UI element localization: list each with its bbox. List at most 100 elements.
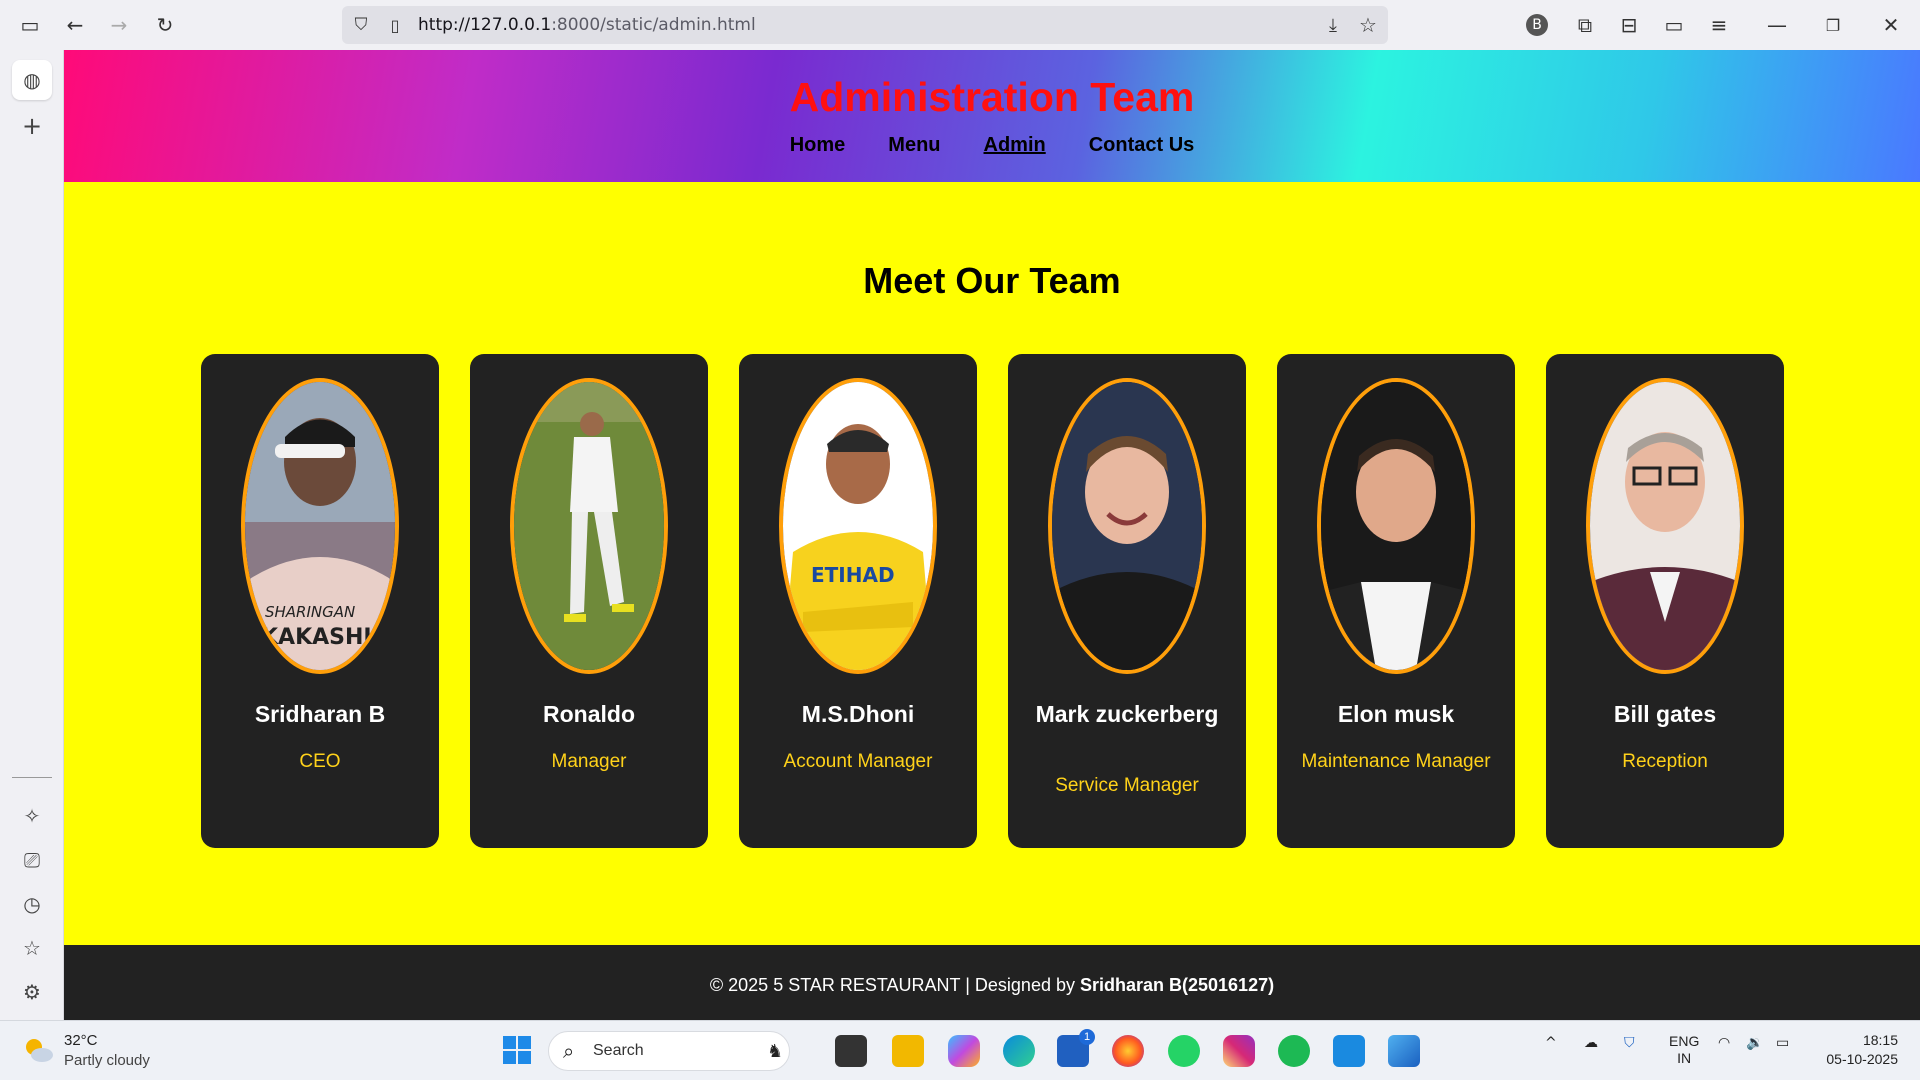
search-label: Search	[593, 1042, 644, 1059]
svg-text:KAKASHI: KAKASHI	[261, 625, 372, 650]
member-name: Mark zuckerberg	[1035, 701, 1219, 727]
footer-text: © 2025 5 STAR RESTAURANT | Designed by S…	[709, 975, 1275, 995]
sidebar-divider	[12, 777, 52, 778]
menu-icon[interactable]: ≡	[1706, 12, 1732, 38]
globe-icon[interactable]: ◍	[12, 60, 52, 100]
tray-overflow-icon[interactable]: ^	[1545, 1035, 1557, 1051]
taskbar-search[interactable]: ⌕ Search ♞	[548, 1031, 790, 1071]
lang-top: ENG	[1669, 1033, 1700, 1049]
wifi-icon[interactable]: ◠	[1718, 1035, 1730, 1051]
reload-icon[interactable]: ↻	[152, 12, 178, 38]
store-icon[interactable]: 1	[1057, 1029, 1095, 1067]
team-card: Mark zuckerberg Service Manager	[1008, 354, 1246, 848]
search-highlight-icon: ♞	[767, 1041, 784, 1061]
sidebar-toggle-icon[interactable]: ▭	[17, 12, 43, 38]
footer-author: Sridharan B(25016127)	[1079, 975, 1275, 995]
task-view-icon[interactable]	[835, 1035, 867, 1067]
member-role: Account Manager	[783, 751, 933, 772]
nav-home-link[interactable]: Home	[790, 134, 846, 157]
store-badge: 1	[1079, 1029, 1095, 1045]
pocket-icon[interactable]: ⊟	[1616, 12, 1642, 38]
profile-avatar-icon[interactable]: B	[1526, 14, 1548, 36]
page-icon: ▯	[390, 15, 400, 35]
clock-time: 18:15	[1862, 1032, 1898, 1048]
lang-bottom: IN	[1677, 1050, 1692, 1066]
copilot-icon[interactable]	[948, 1035, 980, 1067]
weather-desc[interactable]: Partly cloudy	[64, 1052, 150, 1069]
windows-taskbar: 32°C Partly cloudy ⌕ Search ♞ 1 ^ ☁ ⛉ EN…	[0, 1020, 1920, 1080]
member-name: Elon musk	[1337, 701, 1455, 727]
nav-admin-link[interactable]: Admin	[984, 134, 1046, 157]
edge-icon[interactable]	[1003, 1035, 1035, 1067]
settings-gear-icon[interactable]: ⚙	[16, 976, 48, 1008]
download-page-icon[interactable]: ⤓	[1320, 12, 1346, 38]
sidebar-panel-icon[interactable]: ▭	[1661, 12, 1687, 38]
member-photo: ETIHAD	[779, 378, 937, 674]
back-icon[interactable]: ←	[62, 12, 88, 38]
member-name: Bill gates	[1613, 701, 1717, 727]
clock-date: 05-10-2025	[1826, 1051, 1898, 1067]
clock[interactable]: 18:15 05-10-2025	[1818, 1031, 1898, 1069]
member-photo	[1317, 378, 1475, 674]
member-name: M.S.Dhoni	[801, 701, 915, 727]
defender-icon[interactable]: ⛉	[1624, 1035, 1635, 1051]
member-role: Maintenance Manager	[1301, 751, 1491, 772]
battery-icon[interactable]: ▭	[1776, 1035, 1789, 1051]
site-header: Administration Team Home Menu Admin Cont…	[64, 50, 1920, 182]
member-role: Service Manager	[1055, 775, 1199, 796]
windows-start-icon[interactable]	[503, 1036, 531, 1064]
bookmark-star-icon[interactable]: ☆	[1355, 12, 1381, 38]
history-icon[interactable]: ◷	[16, 888, 48, 920]
extensions-icon[interactable]: ⧉	[1572, 12, 1598, 38]
bookmarks-icon[interactable]: ☆	[16, 932, 48, 964]
minimize-icon[interactable]: —	[1764, 12, 1790, 38]
address-bar[interactable]: ⛉ ▯ http://127.0.0.1:8000/static/admin.h…	[342, 6, 1388, 44]
restore-icon[interactable]: ❐	[1820, 12, 1846, 38]
add-icon[interactable]: +	[16, 110, 48, 142]
team-card: ETIHAD M.S.Dhoni Account Manager	[739, 354, 977, 848]
svg-text:ETIHAD: ETIHAD	[811, 563, 895, 587]
weather-icon[interactable]	[22, 1035, 54, 1065]
onedrive-icon[interactable]: ☁	[1584, 1035, 1598, 1051]
member-name: Ronaldo	[543, 701, 635, 727]
close-icon[interactable]: ✕	[1878, 12, 1904, 38]
member-role: Reception	[1622, 751, 1708, 772]
team-cards: SHARINGAN KAKASHI Sridharan B CEO Ronald…	[201, 354, 1851, 848]
team-card: Elon musk Maintenance Manager	[1277, 354, 1515, 848]
team-card: Bill gates Reception	[1546, 354, 1784, 848]
language-indicator[interactable]: ENG IN	[1669, 1033, 1699, 1067]
instagram-icon[interactable]	[1223, 1035, 1255, 1067]
nav-menu-link[interactable]: Menu	[888, 134, 940, 157]
browser-sidebar: ◍ + ✧ ⎚ ◷ ☆ ⚙	[0, 50, 64, 1020]
url-text[interactable]: http://127.0.0.1:8000/static/admin.html	[418, 15, 756, 35]
page-viewport: Administration Team Home Menu Admin Cont…	[64, 50, 1920, 1020]
nav-contact-link[interactable]: Contact Us	[1089, 134, 1195, 157]
shield-icon[interactable]: ⛉	[348, 12, 374, 38]
member-role: CEO	[299, 751, 341, 772]
member-photo	[510, 378, 668, 674]
photos-icon[interactable]	[1388, 1035, 1420, 1067]
site-title: Administration Team	[789, 74, 1195, 120]
file-explorer-icon[interactable]	[892, 1035, 924, 1067]
team-card: Ronaldo Manager	[470, 354, 708, 848]
volume-icon[interactable]: 🔉	[1746, 1035, 1763, 1051]
svg-text:SHARINGAN: SHARINGAN	[265, 603, 355, 621]
member-role: Manager	[551, 751, 627, 772]
site-footer: © 2025 5 STAR RESTAURANT | Designed by S…	[64, 945, 1920, 1020]
vscode-icon[interactable]	[1333, 1035, 1365, 1067]
ai-sparkle-icon[interactable]: ✧	[16, 800, 48, 832]
member-photo	[1586, 378, 1744, 674]
team-card: SHARINGAN KAKASHI Sridharan B CEO	[201, 354, 439, 848]
spotify-icon[interactable]	[1278, 1035, 1310, 1067]
browser-toolbar: ▭ ← → ↻ ⛉ ▯ http://127.0.0.1:8000/static…	[0, 0, 1920, 50]
member-photo	[1048, 378, 1206, 674]
whatsapp-icon[interactable]	[1168, 1035, 1200, 1067]
firefox-icon[interactable]	[1112, 1035, 1144, 1067]
member-name: Sridharan B	[254, 701, 386, 727]
search-icon: ⌕	[563, 1039, 575, 1063]
forward-icon[interactable]: →	[106, 12, 132, 38]
weather-temp[interactable]: 32°C	[64, 1032, 98, 1049]
member-photo: SHARINGAN KAKASHI	[241, 378, 399, 674]
site-nav: Home Menu Admin Contact Us	[64, 134, 1920, 157]
synced-tabs-icon[interactable]: ⎚	[16, 844, 48, 876]
